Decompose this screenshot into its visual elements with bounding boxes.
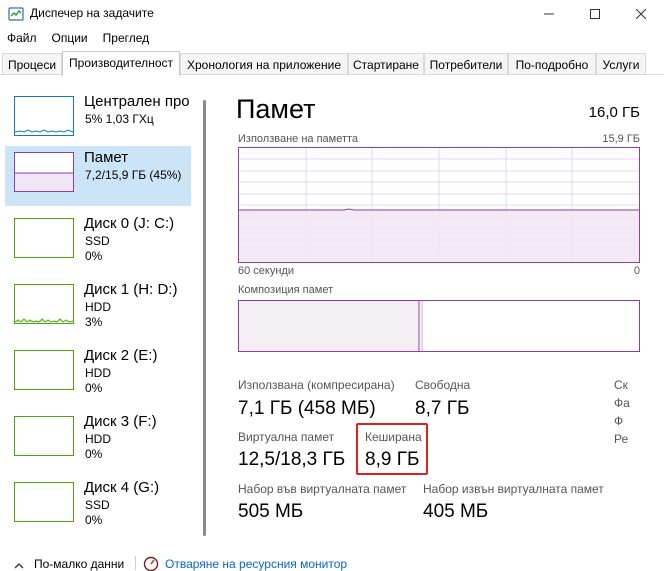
sidebar-item-disk-1[interactable]: Диск 1 (H: D:) HDD 3%: [5, 278, 191, 338]
usage-graph-max: 15,9 ГБ: [602, 133, 640, 145]
graph-time-left: 60 секунди: [238, 265, 294, 277]
tab-app-history[interactable]: Хронология на приложение: [180, 53, 348, 74]
tab-strip: Процеси Производителност Хронология на п…: [0, 51, 664, 76]
close-button[interactable]: [618, 0, 664, 28]
footer-bar: По-малко данни Отваряне на ресурсния мон…: [0, 554, 664, 571]
tab-startup[interactable]: Стартиране: [348, 53, 424, 74]
minimize-icon: [544, 13, 554, 15]
sidebar-item-name: Диск 3 (F:): [84, 413, 157, 430]
page-title: Памет: [236, 94, 316, 124]
tab-processes[interactable]: Процеси: [2, 53, 62, 74]
sidebar-item-type: SSD: [85, 234, 110, 248]
title-bar: Диспечер на задачите: [0, 0, 664, 28]
form-factor-label-cut: Фа: [614, 396, 630, 410]
sidebar-item-disk-2[interactable]: Диск 2 (E:) HDD 0%: [5, 344, 191, 404]
sidebar-item-disk-0[interactable]: Диск 0 (J: C:) SSD 0%: [5, 212, 191, 272]
disk-0-thumbnail-graph: [14, 218, 74, 258]
committed-label: Виртуална памет: [238, 430, 335, 444]
usage-graph-label: Използване на паметта: [238, 133, 359, 145]
sidebar-item-name: Памет: [84, 149, 129, 166]
performance-sidebar: Централен про 5% 1,03 ГХц Памет 7,2/15,9…: [0, 76, 212, 540]
memory-panel: Памет 16,0 ГБ Използване на паметта 15,9…: [212, 76, 664, 540]
tab-services[interactable]: Услуги: [596, 53, 646, 74]
maximize-icon: [590, 9, 600, 19]
memory-usage-graph: [238, 147, 640, 263]
disk-4-thumbnail-graph: [14, 482, 74, 522]
sidebar-item-usage: 3%: [85, 315, 103, 329]
graph-time-right: 0: [633, 265, 640, 277]
sidebar-item-usage: 0%: [85, 447, 103, 461]
cached-value: 8,9 ГБ: [365, 449, 420, 470]
minimize-button[interactable]: [526, 0, 572, 28]
sidebar-item-usage: 0%: [85, 381, 103, 395]
maximize-button[interactable]: [572, 0, 618, 28]
sidebar-item-name: Диск 1 (H: D:): [84, 281, 178, 298]
in-use-label: Използвана (компресирана): [238, 378, 395, 392]
sidebar-item-memory[interactable]: Памет 7,2/15,9 ГБ (45%): [5, 146, 191, 206]
sidebar-item-disk-4[interactable]: Диск 4 (G:) SSD 0%: [5, 476, 191, 536]
sidebar-item-usage: 0%: [85, 513, 103, 527]
paged-pool-label: Набор във виртуалната памет: [238, 482, 407, 496]
sidebar-item-name: Диск 0 (J: C:): [84, 215, 175, 232]
sidebar-item-cpu[interactable]: Централен про 5% 1,03 ГХц: [5, 90, 191, 150]
disk-1-thumbnail-graph: [14, 284, 74, 324]
sidebar-item-name: Диск 4 (G:): [84, 479, 160, 496]
cpu-thumbnail-graph: [14, 96, 74, 136]
menu-view[interactable]: Преглед: [96, 29, 158, 49]
sidebar-item-type: SSD: [85, 498, 110, 512]
resource-monitor-icon: [143, 556, 159, 571]
committed-value: 12,5/18,3 ГБ: [238, 449, 346, 470]
available-label: Свободна: [415, 378, 471, 392]
menu-options[interactable]: Опции: [45, 29, 96, 49]
sidebar-item-name: Централен про: [84, 93, 190, 110]
slots-label-cut: Ф: [614, 414, 624, 428]
speed-label-cut: Ск: [614, 378, 628, 392]
sidebar-scrollbar[interactable]: [203, 100, 206, 536]
chevron-up-icon[interactable]: [14, 559, 24, 571]
tab-users[interactable]: Потребители: [424, 53, 508, 74]
sidebar-item-type: HDD: [85, 300, 111, 314]
close-icon: [636, 9, 646, 19]
menu-file[interactable]: Файл: [0, 29, 45, 49]
sidebar-item-detail: 5% 1,03 ГХц: [85, 112, 154, 126]
nonpaged-pool-label: Набор извън виртуалната памет: [423, 482, 604, 496]
sidebar-item-type: HDD: [85, 366, 111, 380]
task-manager-icon: [8, 6, 24, 22]
sidebar-item-disk-3[interactable]: Диск 3 (F:) HDD 0%: [5, 410, 191, 470]
fewer-details-link[interactable]: По-малко данни: [34, 557, 124, 571]
disk-2-thumbnail-graph: [14, 350, 74, 390]
paged-pool-value: 505 МБ: [238, 501, 304, 522]
sidebar-item-usage: 0%: [85, 249, 103, 263]
memory-thumbnail-graph: [14, 152, 74, 192]
in-use-value: 7,1 ГБ (458 МБ): [238, 398, 376, 419]
menu-bar: Файл Опции Преглед: [0, 29, 664, 49]
reserved-label-cut: Ре: [614, 432, 629, 446]
sidebar-item-type: HDD: [85, 432, 111, 446]
window-title: Диспечер на задачите: [30, 6, 154, 20]
tab-performance[interactable]: Производителност: [62, 51, 180, 76]
memory-total: 16,0 ГБ: [588, 104, 640, 121]
nonpaged-pool-value: 405 МБ: [423, 501, 489, 522]
open-resource-monitor-link[interactable]: Отваряне на ресурсния монитор: [165, 557, 347, 571]
sidebar-item-detail: 7,2/15,9 ГБ (45%): [85, 168, 182, 182]
sidebar-item-name: Диск 2 (E:): [84, 347, 158, 364]
disk-3-thumbnail-graph: [14, 416, 74, 456]
composition-label: Композиция памет: [238, 284, 334, 296]
memory-composition-bar: [238, 300, 640, 352]
cached-label: Кеширана: [365, 430, 422, 444]
tab-details[interactable]: По-подробно: [508, 53, 596, 74]
footer-separator: [135, 556, 136, 570]
available-value: 8,7 ГБ: [415, 398, 470, 419]
